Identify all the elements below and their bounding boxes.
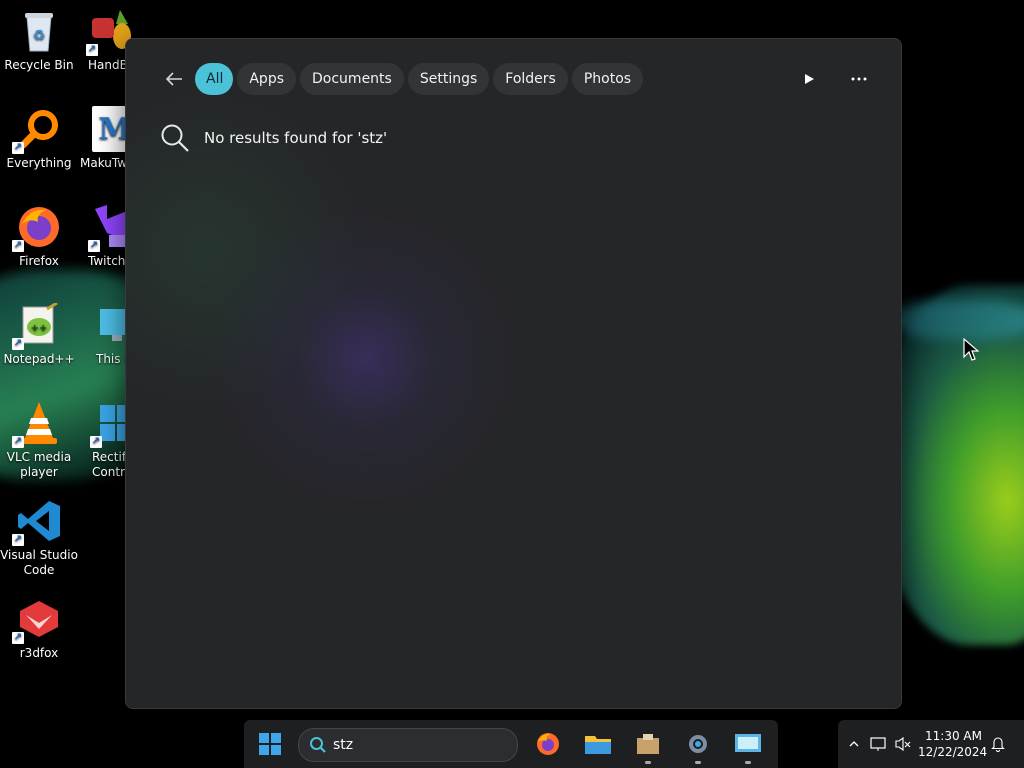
play-icon: [805, 74, 814, 84]
archive-icon: [637, 734, 659, 754]
filter-chip-settings[interactable]: Settings: [407, 63, 490, 95]
notifications-button[interactable]: [988, 720, 1008, 768]
file-explorer-icon: [585, 736, 611, 754]
back-arrow-icon: [165, 72, 182, 86]
desktop-icon-label: Rectify Contr: [92, 450, 133, 479]
shortcut-arrow-icon: ↗: [12, 338, 24, 350]
search-input[interactable]: [333, 737, 493, 753]
r3dfox-icon: ↗: [12, 596, 62, 644]
settings-gear-icon: [689, 735, 707, 753]
shortcut-arrow-icon: ↗: [90, 436, 102, 448]
volume-button[interactable]: [892, 720, 914, 768]
bell-icon: [991, 737, 1005, 752]
svg-text:++: ++: [31, 323, 48, 334]
show-hidden-icons-button[interactable]: [844, 720, 864, 768]
taskbar-file-explorer[interactable]: [578, 720, 618, 768]
more-options-button[interactable]: [849, 69, 869, 89]
start-icon: [259, 733, 281, 755]
notepad-plus-plus-icon: ++ ↗: [12, 302, 62, 350]
taskbar-search-box[interactable]: [298, 728, 518, 762]
clock[interactable]: 11:30 AM 12/22/2024: [918, 728, 988, 760]
shortcut-arrow-icon: ↗: [12, 534, 24, 546]
mouse-cursor-icon: [963, 337, 980, 366]
desktop-icon-label: Everything: [6, 156, 72, 170]
back-button[interactable]: [160, 64, 188, 94]
desktop-icon-label: Notepad++: [3, 352, 75, 366]
running-indicator: [695, 761, 701, 764]
running-indicator: [645, 761, 651, 764]
search-icon: [310, 737, 326, 753]
vscode-icon: ↗: [12, 498, 62, 546]
start-button[interactable]: [250, 720, 290, 768]
desktop-icon-vscode[interactable]: ↗ Visual Studio Code: [0, 490, 78, 578]
running-indicator: [745, 761, 751, 764]
shortcut-arrow-icon: ↗: [86, 44, 98, 56]
play-button[interactable]: [799, 69, 819, 89]
shortcut-arrow-icon: ↗: [12, 142, 24, 154]
clock-time: 11:30 AM: [925, 729, 982, 743]
search-flyout: All Apps Documents Settings Folders Phot…: [125, 38, 902, 709]
desktop-icon-label: VLC media player: [6, 450, 72, 479]
desktop-icon-vlc[interactable]: ↗ VLC media player: [0, 392, 78, 480]
filter-chip-photos[interactable]: Photos: [571, 63, 644, 95]
filter-chip-folders[interactable]: Folders: [493, 63, 568, 95]
shortcut-arrow-icon: ↗: [12, 632, 24, 644]
shortcut-arrow-icon: ↗: [12, 240, 24, 252]
ellipsis-icon: [851, 77, 867, 81]
vlc-icon: ↗: [12, 400, 62, 448]
control-panel-icon: [735, 734, 761, 752]
desktop-icon-r3dfox[interactable]: ↗ r3dfox: [0, 588, 78, 661]
desktop-icon-firefox[interactable]: ↗ Firefox: [0, 196, 78, 269]
network-icon: [870, 737, 886, 751]
shortcut-arrow-icon: ↗: [12, 436, 24, 448]
system-tray: 11:30 AM 12/22/2024: [838, 720, 1024, 768]
taskbar-archive-app[interactable]: [628, 720, 668, 768]
taskbar-firefox[interactable]: [528, 720, 568, 768]
volume-muted-icon: [895, 736, 911, 752]
filter-chip-all[interactable]: All: [195, 63, 234, 95]
svg-text:♻: ♻: [33, 28, 46, 44]
flyout-right-tools: [799, 69, 869, 89]
desktop-icon-label: Recycle Bin: [4, 58, 74, 72]
search-filter-bar: All Apps Documents Settings Folders Phot…: [160, 63, 647, 95]
desktop-icon-label: r3dfox: [19, 646, 59, 660]
taskbar-control-panel[interactable]: [728, 720, 768, 768]
firefox-icon: ↗: [12, 204, 62, 252]
chevron-up-icon: [849, 741, 859, 747]
taskbar-settings[interactable]: [678, 720, 718, 768]
recycle-bin-icon: ♻: [16, 8, 62, 54]
clock-date: 12/22/2024: [918, 745, 988, 759]
network-button[interactable]: [868, 720, 890, 768]
everything-search-icon: ↗: [12, 106, 62, 154]
filter-chip-documents[interactable]: Documents: [300, 63, 404, 95]
desktop-icon-everything[interactable]: ↗ Everything: [0, 98, 78, 171]
no-results-message: No results found for 'stz': [160, 123, 387, 153]
firefox-icon: [537, 733, 559, 755]
search-icon: [161, 124, 189, 152]
shortcut-arrow-icon: ↗: [88, 240, 100, 252]
filter-chip-apps[interactable]: Apps: [237, 63, 297, 95]
taskbar: [244, 720, 778, 768]
desktop-icon-notepad-plus-plus[interactable]: ++ ↗ Notepad++: [0, 294, 78, 367]
desktop-icon-label: Visual Studio Code: [0, 548, 78, 577]
no-results-text: No results found for 'stz': [204, 129, 388, 147]
desktop-icon-recycle-bin[interactable]: ♻ Recycle Bin: [0, 0, 78, 73]
desktop-icon-label: Firefox: [19, 254, 59, 268]
wallpaper-swirl-right-top: [894, 300, 1024, 340]
